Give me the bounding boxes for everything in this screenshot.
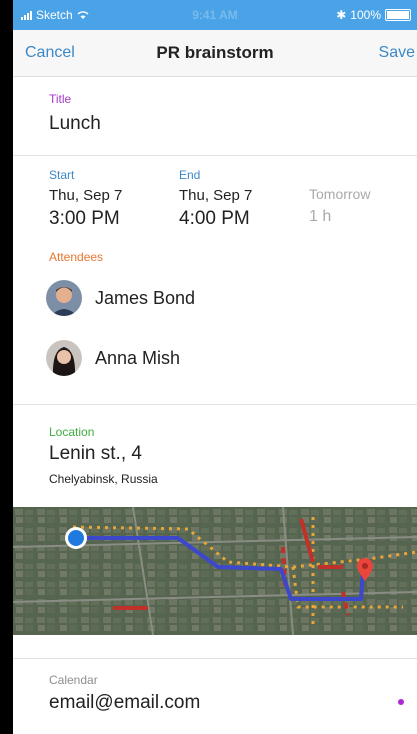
relative-day: Tomorrow [309,186,371,202]
event-edit-screen: Sketch 9:41 AM ✱ 100% Cancel PR brainsto… [13,0,417,734]
person-avatar-icon [46,280,82,316]
save-button[interactable]: Save [379,44,415,62]
page-title: PR brainstorm [156,43,274,62]
route-map[interactable] [13,507,417,635]
destination-pin-icon [357,558,373,581]
calendar-color-dot [398,699,404,705]
end-date[interactable]: Thu, Sep 7 [179,187,252,204]
calendar-account[interactable]: email@email.com [49,692,200,714]
start-date[interactable]: Thu, Sep 7 [49,187,122,204]
navigation-bar: Cancel PR brainstorm Save [13,30,417,77]
attendees-label: Attendees [49,250,104,264]
status-bar: Sketch 9:41 AM ✱ 100% [13,0,417,30]
start-time[interactable]: 3:00 PM [49,208,120,230]
battery-icon [385,9,411,21]
battery-group: ✱ 100% [336,8,411,22]
start-label: Start [49,168,75,182]
location-address[interactable]: Lenin st., 4 [49,443,142,465]
battery-percent: 100% [350,8,381,22]
divider [13,658,417,659]
title-label: Title [49,92,72,106]
bluetooth-icon: ✱ [336,8,347,22]
duration: 1 h [309,208,332,225]
end-label: End [179,168,201,182]
location-city: Chelyabinsk, Russia [49,472,158,486]
title-field[interactable]: Lunch [49,113,101,135]
calendar-label: Calendar [49,673,98,687]
attendee-name[interactable]: James Bond [95,288,195,309]
divider [13,404,417,405]
location-label: Location [49,425,95,439]
end-time[interactable]: 4:00 PM [179,208,250,230]
attendee-name[interactable]: Anna Mish [95,348,180,369]
divider [13,155,417,156]
person-avatar-icon [46,340,82,376]
